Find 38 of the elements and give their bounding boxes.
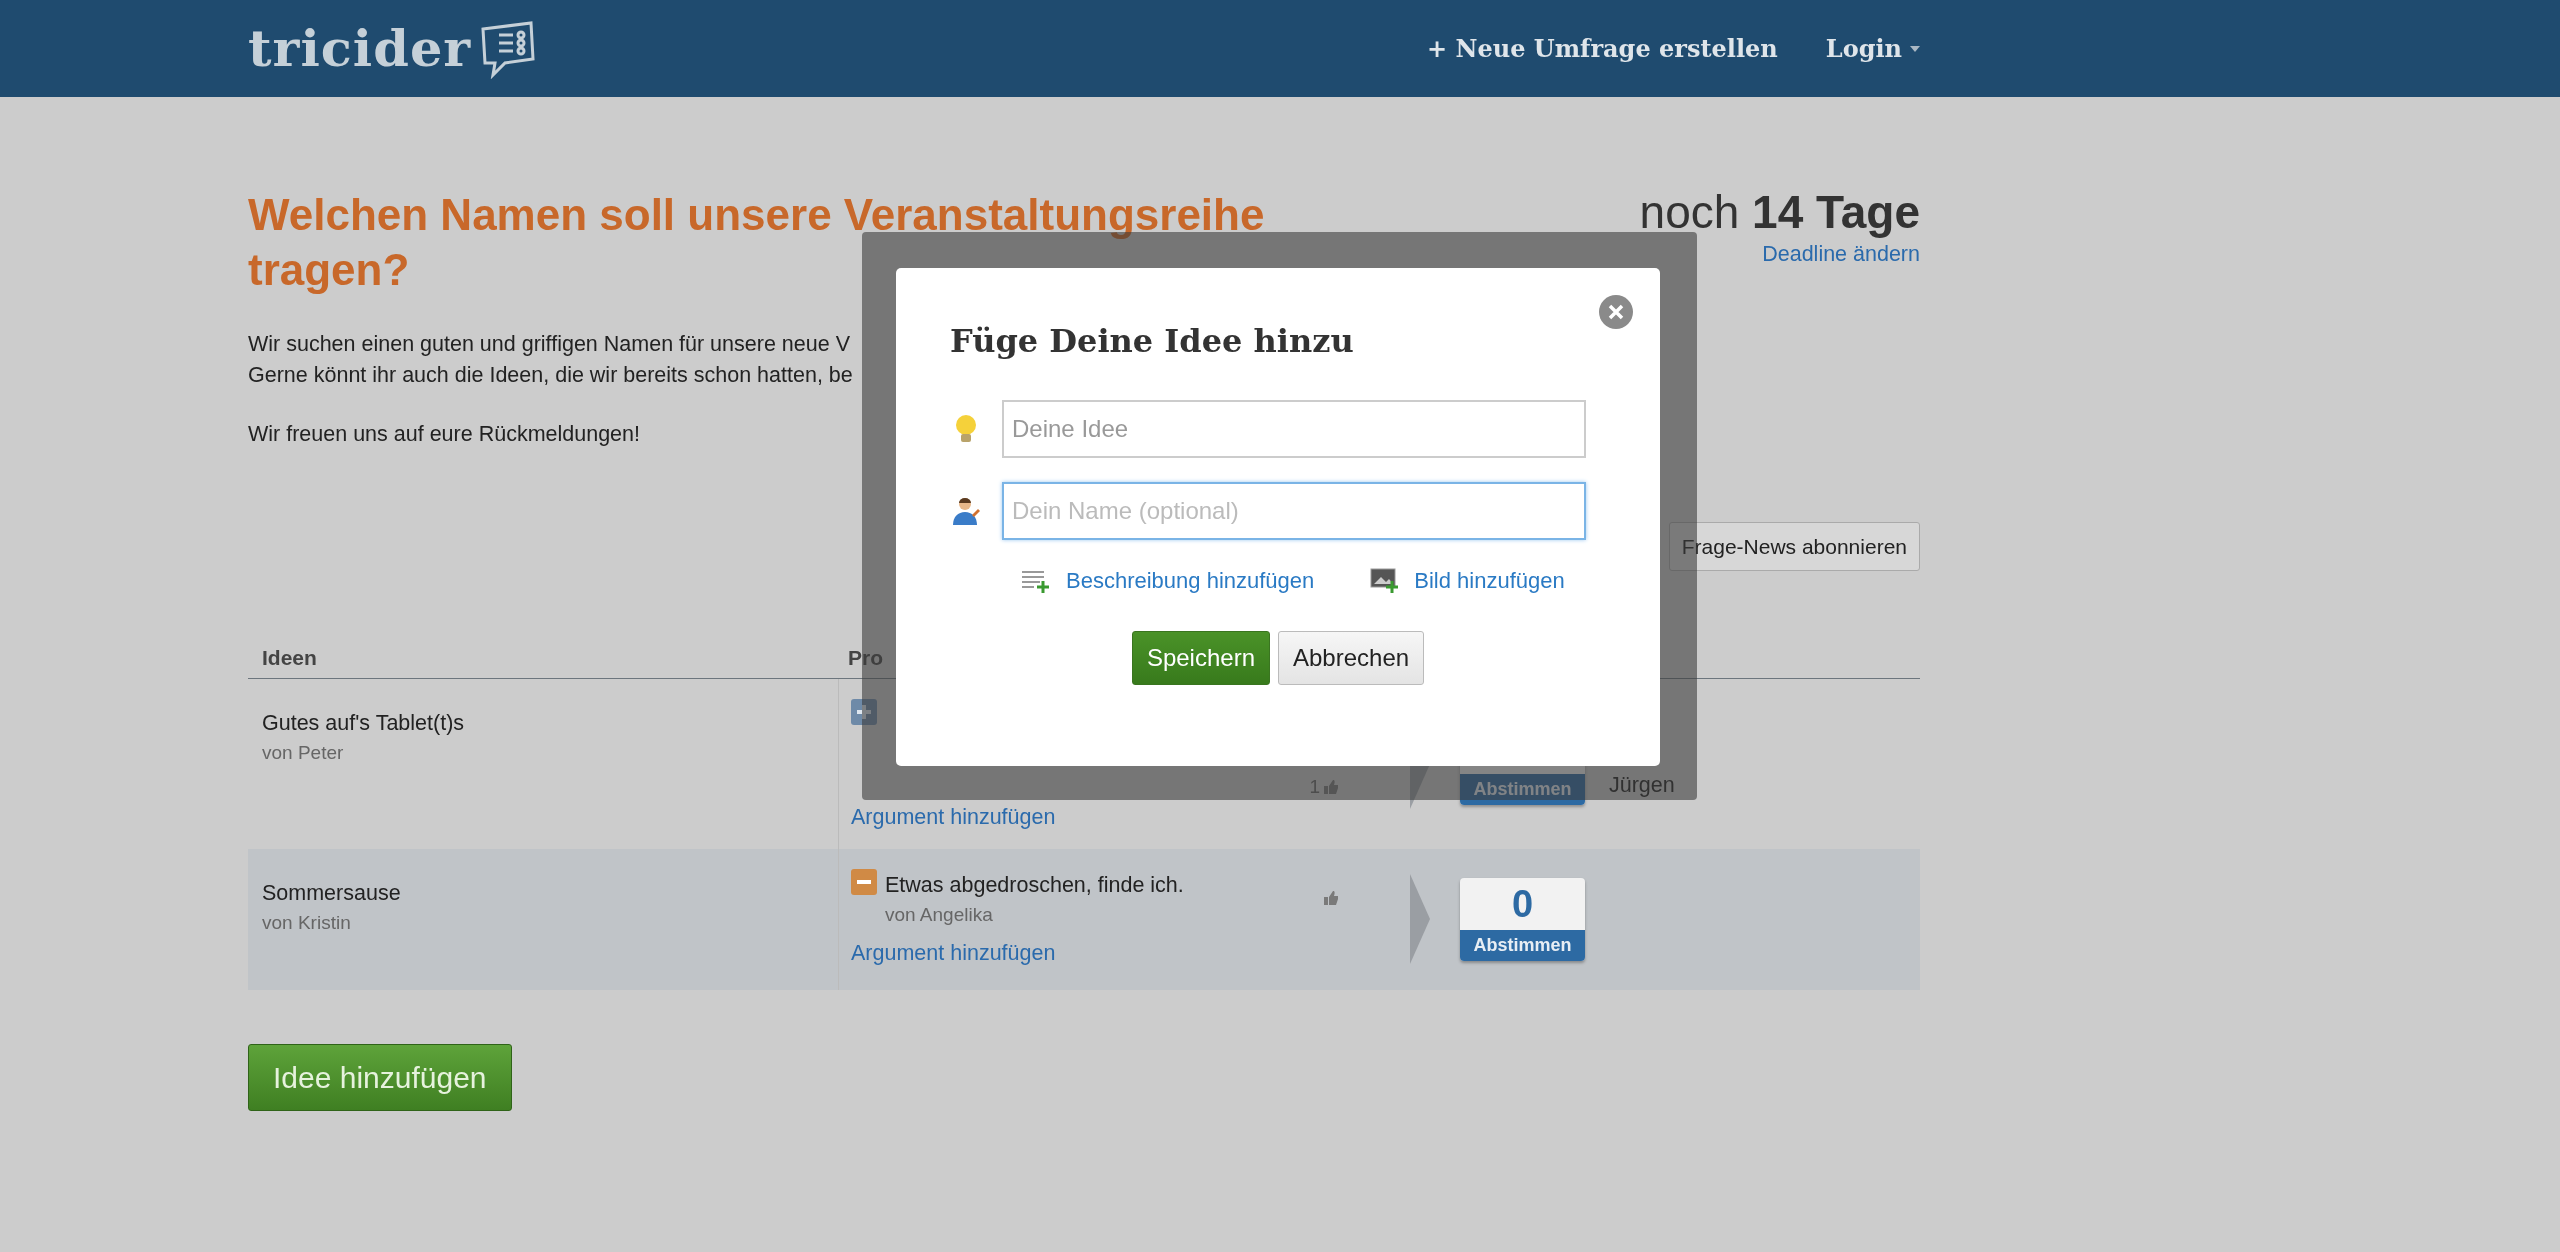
add-idea-button[interactable]: Idee hinzufügen	[248, 1043, 512, 1111]
subscribe-button[interactable]: Frage-News abonnieren	[1668, 521, 1920, 572]
close-icon[interactable]	[1598, 294, 1634, 330]
column-header: Ideen	[261, 645, 318, 671]
idea-author: von Peter	[262, 740, 345, 765]
idea-title: Sommersause	[262, 879, 402, 907]
save-button[interactable]: Speichern	[1131, 631, 1270, 686]
input-field[interactable]: Deine Idee	[1002, 400, 1586, 459]
add-argument-link[interactable]: Argument hinzufügen	[851, 937, 1056, 970]
modal-title: Füge Deine Idee hinzu	[950, 322, 1355, 361]
argument-author: Jürgen	[1609, 771, 1675, 799]
idea-title: Gutes auf's Tablet(t)s	[262, 709, 466, 737]
add-argument-link[interactable]: Argument hinzufügen	[851, 801, 1056, 834]
deadline-link[interactable]: Deadline ändern	[1762, 237, 1920, 270]
argument-text: Etwas abgedroschen, finde ich.	[885, 871, 1184, 899]
add-image-link[interactable]: Bild hinzufügen	[1370, 564, 1565, 598]
text-lines-plus-icon	[1022, 568, 1050, 593]
minus-icon	[851, 868, 877, 895]
logo-text[interactable]: tricider	[248, 10, 472, 87]
thumbs-up-icon	[1324, 779, 1338, 794]
vote-button[interactable]: 0 Abstimmen	[1460, 877, 1585, 961]
user-icon	[950, 495, 982, 528]
idea-author: von Kristin	[262, 910, 352, 935]
login-dropdown[interactable]: Login	[1825, 30, 1920, 67]
cancel-button[interactable]: Abbrechen	[1278, 631, 1425, 686]
closing-text: Wir freuen uns auf eure Rückmeldungen!	[248, 421, 640, 448]
add-description-link[interactable]: Beschreibung hinzufügen	[1022, 564, 1315, 598]
image-plus-icon	[1370, 567, 1399, 594]
plus-icon	[851, 698, 877, 725]
description-text: Gerne könnt ihr auch die Ideen, die wir bereits schon hatten, be	[248, 362, 853, 389]
caret-icon	[1910, 45, 1920, 52]
nav-link[interactable]: + Neue Umfrage erstellen	[1427, 30, 1778, 67]
argument-author: von Angelika	[885, 902, 994, 927]
question-title: Welchen Namen soll unsere Veranstaltungsreihe tragen?	[248, 189, 1266, 296]
description-text: Wir suchen einen guten und griffigen Namen für unsere neue V	[248, 331, 850, 358]
input-field[interactable]: Dein Name (optional)	[1002, 482, 1586, 541]
thumbs-up-icon	[1324, 890, 1338, 905]
deadline-text: noch 14 Tage	[1639, 187, 1920, 238]
